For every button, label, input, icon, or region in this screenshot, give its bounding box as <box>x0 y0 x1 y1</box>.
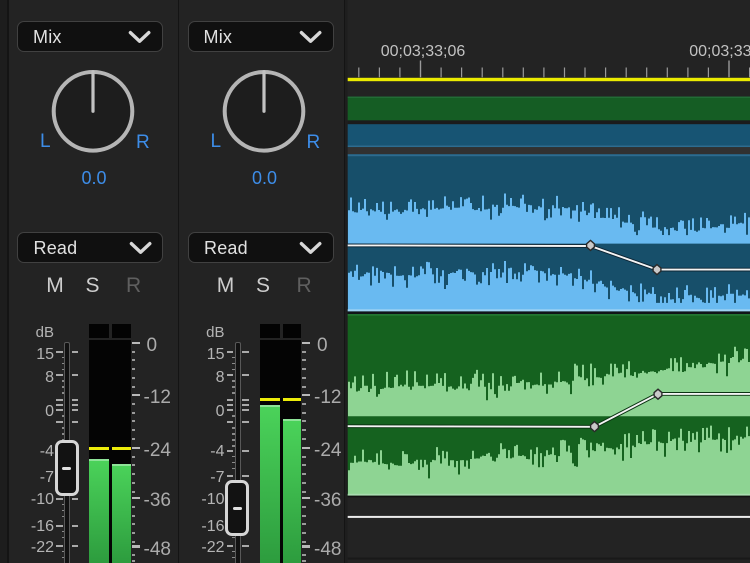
svg-text:00;03;33;06: 00;03;33;06 <box>381 43 466 60</box>
svg-text:00;03;33;21: 00;03;33;21 <box>689 43 750 60</box>
